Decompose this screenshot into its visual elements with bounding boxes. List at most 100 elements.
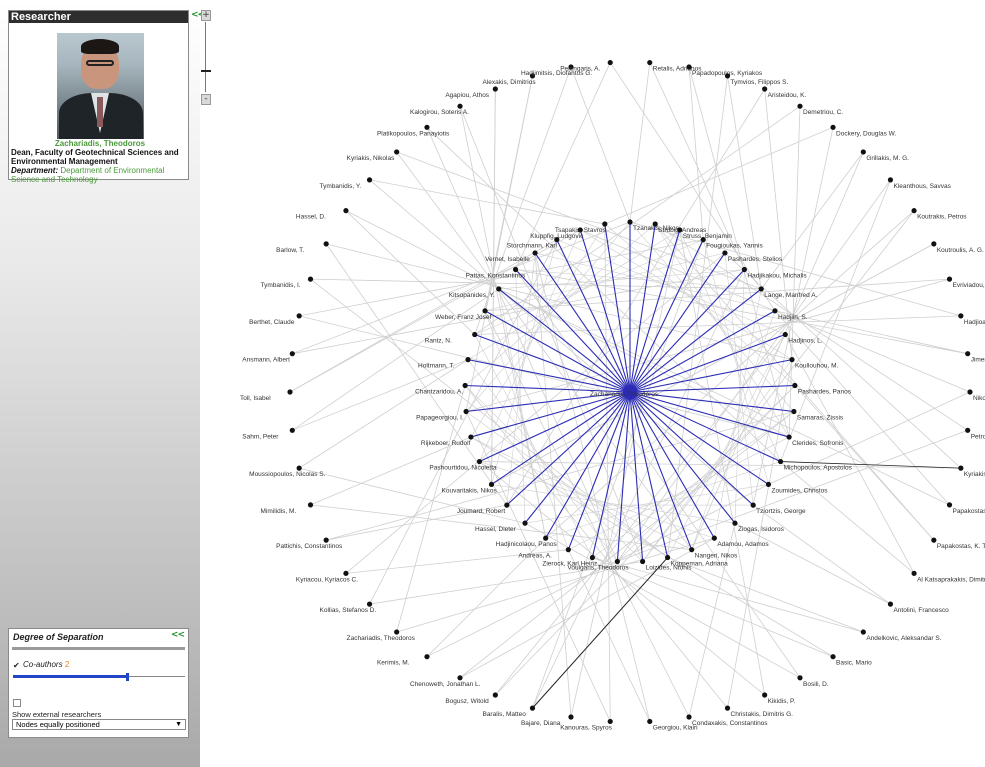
coauthor-node[interactable] (468, 434, 474, 440)
second-degree-node[interactable] (289, 351, 295, 357)
second-degree-node[interactable] (343, 208, 349, 214)
second-degree-node[interactable] (911, 208, 917, 214)
second-degree-node[interactable] (762, 86, 768, 92)
coauthor-node[interactable] (677, 227, 683, 233)
second-degree-node[interactable] (797, 675, 803, 681)
coauthor-node[interactable] (522, 520, 528, 526)
coauthor-node[interactable] (462, 382, 468, 389)
coauthor-node[interactable] (758, 286, 764, 292)
second-degree-node[interactable] (860, 629, 866, 635)
coauthor-node[interactable] (689, 547, 695, 553)
second-degree-node[interactable] (967, 389, 973, 395)
coauthor-network-graph[interactable]: Tzanakis, NikosStrubig, AndreasStruss, B… (212, 0, 985, 767)
second-degree-node[interactable] (289, 427, 295, 433)
second-degree-node[interactable] (686, 714, 692, 720)
degree-slider[interactable] (13, 673, 185, 681)
coauthor-node[interactable] (476, 458, 483, 465)
second-degree-node[interactable] (724, 73, 731, 79)
coauthor-node[interactable] (782, 331, 788, 338)
second-degree-node[interactable] (931, 241, 937, 247)
second-degree-node[interactable] (529, 705, 536, 711)
second-degree-node[interactable] (887, 177, 894, 183)
coauthor-node[interactable] (652, 221, 658, 227)
second-degree-node[interactable] (366, 177, 373, 183)
second-degree-node[interactable] (647, 718, 653, 725)
coauthor-node[interactable] (512, 266, 519, 273)
second-degree-node[interactable] (394, 629, 400, 635)
second-degree-node[interactable] (762, 692, 768, 698)
slider-thumb[interactable] (125, 673, 129, 681)
coauthor-node[interactable] (786, 434, 792, 440)
second-degree-node[interactable] (965, 351, 971, 357)
coauthor-node[interactable] (664, 554, 671, 561)
coauthor-node[interactable] (504, 502, 510, 508)
second-degree-node[interactable] (607, 718, 613, 725)
second-degree-node[interactable] (797, 103, 803, 109)
second-degree-node[interactable] (296, 465, 302, 471)
coauthor-node[interactable] (791, 408, 797, 415)
coauthor-node[interactable] (532, 250, 538, 256)
coauthor-node[interactable] (640, 558, 646, 565)
coauthor-node[interactable] (700, 237, 706, 243)
coauthor-node[interactable] (765, 481, 772, 488)
second-degree-node[interactable] (931, 537, 937, 543)
coauthor-node[interactable] (482, 308, 488, 314)
second-degree-node[interactable] (457, 675, 463, 681)
second-degree-node[interactable] (394, 149, 400, 155)
coauthor-node[interactable] (722, 250, 728, 256)
coauthor-node[interactable] (750, 502, 756, 508)
second-degree-node[interactable] (287, 389, 293, 395)
second-degree-node[interactable] (323, 537, 329, 543)
second-degree-node[interactable] (911, 570, 917, 576)
zoom-thumb[interactable] (201, 69, 211, 72)
coauthor-node[interactable] (589, 554, 596, 561)
second-degree-node[interactable] (686, 64, 692, 70)
second-degree-node[interactable] (830, 654, 836, 660)
second-degree-node[interactable] (965, 427, 971, 433)
coauthor-node[interactable] (488, 481, 495, 488)
coauthor-node[interactable] (711, 535, 717, 541)
coauthor-node[interactable] (789, 357, 795, 363)
layout-select[interactable]: Nodes equally positioned ▼ (12, 719, 186, 730)
second-degree-node[interactable] (568, 714, 574, 720)
second-degree-node[interactable] (307, 276, 314, 282)
second-degree-node[interactable] (958, 465, 964, 471)
coauthors-checkbox[interactable]: ✔ (13, 662, 20, 670)
show-external-checkbox[interactable] (13, 699, 21, 707)
coauthor-node[interactable] (472, 331, 478, 338)
second-degree-node[interactable] (366, 601, 373, 607)
coauthor-node[interactable] (614, 558, 620, 565)
researcher-name[interactable]: Zachariadis, Theodoros (11, 139, 189, 148)
second-degree-node[interactable] (958, 313, 964, 319)
coauthor-node[interactable] (543, 535, 549, 541)
second-degree-node[interactable] (647, 59, 653, 66)
second-degree-node[interactable] (607, 59, 613, 66)
coauthor-node[interactable] (463, 408, 469, 415)
collapse-dos-button[interactable]: << (171, 630, 185, 640)
coauthor-node[interactable] (465, 357, 471, 363)
coauthor-node[interactable] (792, 382, 798, 389)
second-degree-node[interactable] (296, 313, 302, 319)
coauthor-node[interactable] (732, 520, 738, 526)
second-degree-node[interactable] (457, 103, 463, 109)
second-degree-node[interactable] (492, 692, 498, 698)
second-degree-node[interactable] (946, 276, 953, 282)
second-degree-node[interactable] (830, 124, 836, 130)
second-degree-node[interactable] (492, 86, 498, 92)
zoom-track[interactable] (205, 22, 206, 92)
second-degree-node[interactable] (860, 149, 866, 155)
coauthor-node[interactable] (777, 458, 784, 465)
second-degree-node[interactable] (724, 705, 731, 711)
second-degree-node[interactable] (424, 654, 430, 660)
coauthor-node[interactable] (496, 286, 502, 292)
second-degree-node[interactable] (323, 241, 329, 247)
second-degree-node[interactable] (946, 502, 953, 508)
second-degree-node[interactable] (343, 570, 349, 576)
coauthor-node[interactable] (772, 308, 778, 314)
second-degree-node[interactable] (424, 124, 430, 130)
coauthor-node[interactable] (602, 221, 608, 227)
second-degree-node[interactable] (887, 601, 894, 607)
second-degree-node[interactable] (307, 502, 314, 508)
zoom-in-button[interactable]: + (201, 10, 211, 21)
coauthor-node[interactable] (627, 219, 633, 225)
